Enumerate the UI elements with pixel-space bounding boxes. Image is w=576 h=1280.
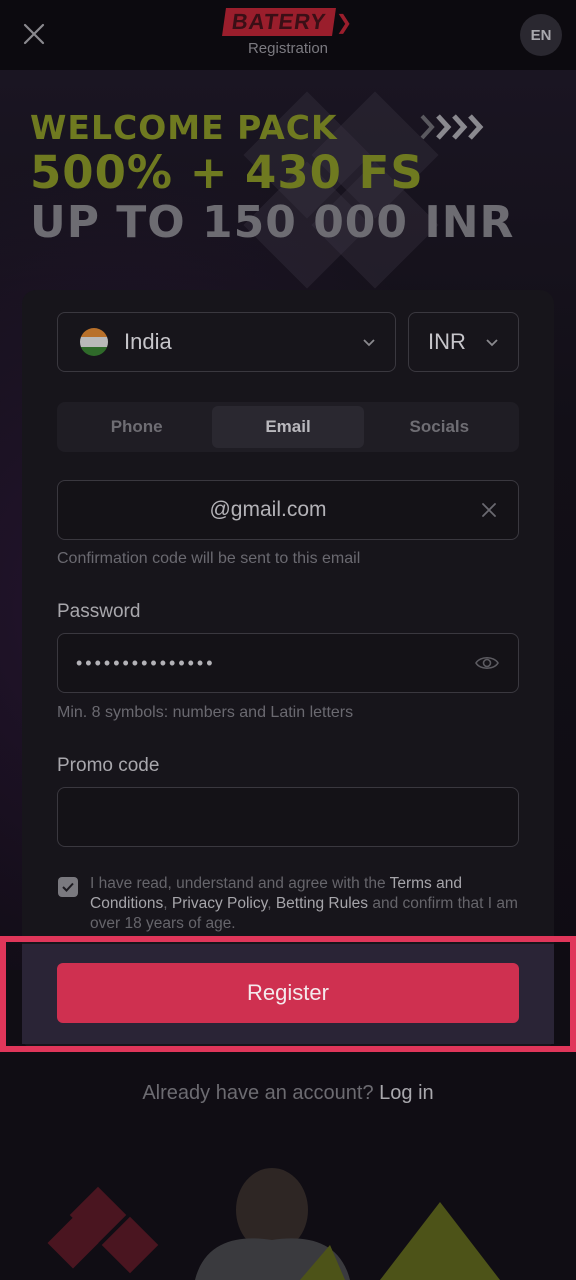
email-value: @gmail.com <box>209 498 327 521</box>
consent-text: I have read, understand and agree with t… <box>90 874 530 934</box>
check-icon <box>62 882 74 892</box>
country-value: India <box>124 329 172 354</box>
india-flag-icon <box>80 328 108 356</box>
email-hint: Confirmation code will be sent to this e… <box>57 550 361 567</box>
login-link[interactable]: Log in <box>379 1082 434 1104</box>
currency-value: INR <box>428 329 466 354</box>
country-select[interactable]: India <box>57 312 396 372</box>
brand-logo: BATERY ❯ <box>221 8 353 36</box>
arrows-icon <box>420 114 484 140</box>
logo-block: BATERY ❯ Registration <box>0 8 576 57</box>
password-value: ••••••••••••••• <box>76 652 216 673</box>
chevrons-icon <box>418 110 498 152</box>
registration-method-tabs: Phone Email Socials <box>57 402 519 452</box>
logo-text: BATERY <box>221 8 336 36</box>
tab-socials[interactable]: Socials <box>364 406 515 448</box>
promo-code-label: Promo code <box>57 755 160 776</box>
consent-separator: , <box>267 895 276 912</box>
banner-line-2: 500% + 430 FS <box>30 146 424 199</box>
chevron-down-icon <box>486 339 498 347</box>
password-hint: Min. 8 symbols: numbers and Latin letter… <box>57 704 354 721</box>
login-prompt-text: Already have an account? <box>142 1082 380 1104</box>
password-label: Password <box>57 601 141 622</box>
banner-line-3: UP TO 150 000 INR <box>30 197 515 248</box>
register-button[interactable]: Register <box>57 963 519 1023</box>
yellow-stripe-icon <box>300 1202 500 1280</box>
betting-rules-link[interactable]: Betting Rules <box>276 895 368 912</box>
red-ornament-icon <box>47 1186 159 1274</box>
page-subtitle: Registration <box>247 40 329 57</box>
logo-arrow-icon: ❯ <box>335 11 353 34</box>
chevron-down-icon <box>363 339 375 347</box>
login-prompt: Already have an account? Log in <box>0 1082 576 1105</box>
password-field[interactable]: ••••••••••••••• <box>57 633 519 693</box>
clear-icon[interactable] <box>478 499 500 521</box>
language-button[interactable]: EN <box>520 14 562 56</box>
email-field[interactable]: @gmail.com <box>57 480 519 540</box>
currency-select[interactable]: INR <box>408 312 519 372</box>
top-bar: BATERY ❯ Registration EN <box>0 0 576 70</box>
consent-checkbox[interactable] <box>58 877 78 897</box>
footer-illustration <box>47 1168 500 1280</box>
promo-code-field[interactable] <box>57 787 519 847</box>
eye-icon[interactable] <box>474 650 500 676</box>
tab-phone[interactable]: Phone <box>61 406 212 448</box>
tab-email[interactable]: Email <box>212 406 364 448</box>
consent-text-part: I have read, understand and agree with t… <box>90 875 390 892</box>
consent-separator: , <box>163 895 172 912</box>
privacy-link[interactable]: Privacy Policy <box>172 895 267 912</box>
